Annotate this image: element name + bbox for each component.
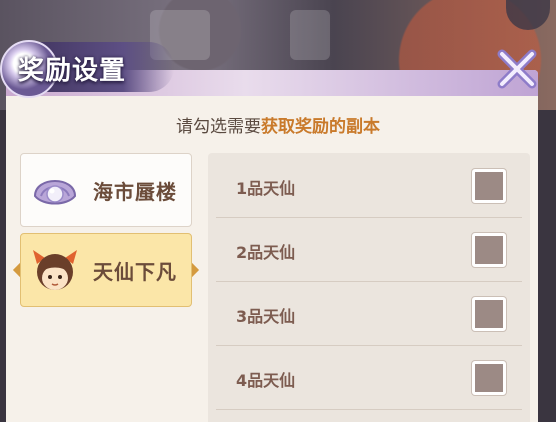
row-label: 4品天仙: [236, 371, 296, 390]
tab-label: 海市蜃楼: [93, 179, 177, 204]
checkbox[interactable]: [472, 361, 506, 395]
close-x-icon: [497, 49, 537, 89]
checkbox[interactable]: [472, 297, 506, 331]
instruction-highlight: 获取奖励的副本: [261, 117, 380, 137]
background-window: [290, 10, 330, 60]
list-row: 1品天仙: [216, 155, 522, 218]
tab-tianxian-xiafan[interactable]: 天仙下凡: [20, 233, 192, 307]
checkbox[interactable]: [472, 233, 506, 267]
list-row: 4品天仙: [216, 347, 522, 410]
instruction-prefix: 请勾选需要: [176, 117, 261, 137]
instruction-text: 请勾选需要获取奖励的副本: [0, 112, 556, 137]
row-label: 3品天仙: [236, 307, 296, 326]
tab-label: 天仙下凡: [93, 259, 177, 284]
list-row: 2品天仙: [216, 219, 522, 282]
tab-haishi-shenlou[interactable]: 海市蜃楼: [20, 153, 192, 227]
list-row: 3品天仙: [216, 283, 522, 346]
row-label: 1品天仙: [236, 179, 296, 198]
pearl-shell-icon: [33, 180, 77, 205]
dialog-title: 奖励设置: [18, 56, 127, 86]
character-avatar-icon: [33, 250, 77, 290]
checkbox[interactable]: [472, 169, 506, 203]
close-button[interactable]: [492, 44, 542, 94]
row-label: 2品天仙: [236, 243, 296, 262]
